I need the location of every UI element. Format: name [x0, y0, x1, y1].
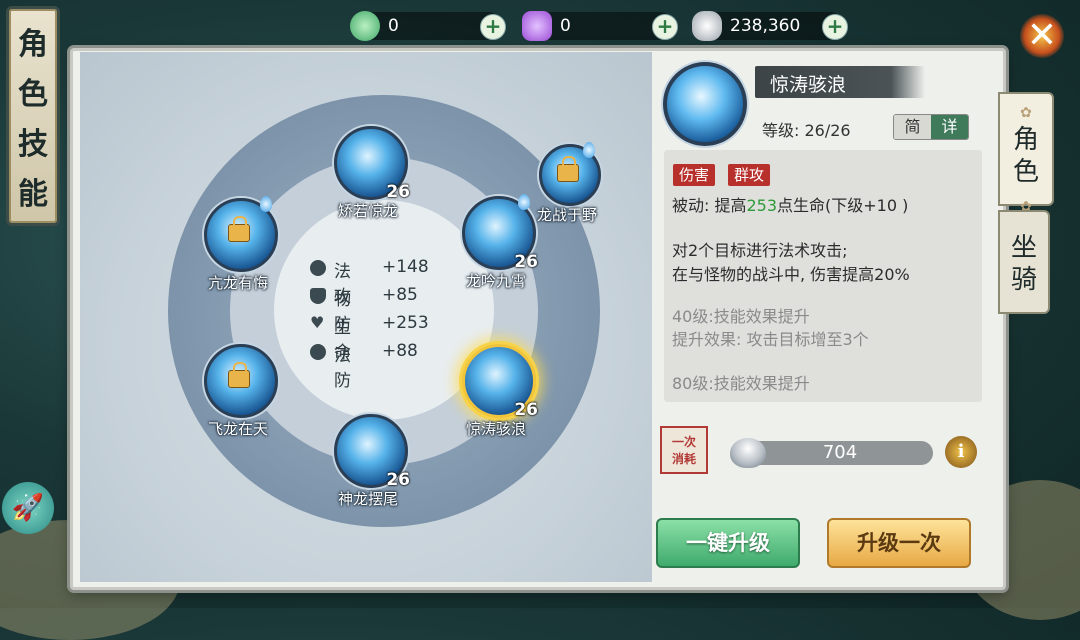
- flame-icon: [583, 142, 595, 158]
- stat-label: 法防: [334, 346, 351, 391]
- cost-stamp-line: 一次: [671, 435, 696, 449]
- add-jade-button[interactable]: +: [480, 14, 506, 40]
- mode-simple-button[interactable]: 简: [894, 115, 931, 139]
- heart-icon: ♥: [310, 313, 325, 332]
- skill-name: 飞龙在天: [207, 420, 268, 438]
- currency-value: 0: [560, 16, 571, 36]
- selected-skill-icon: [663, 62, 747, 146]
- currency-value: 238,360: [730, 16, 801, 36]
- selected-skill-name: 惊涛骇浪: [770, 74, 847, 96]
- passive-value: 253: [746, 196, 778, 215]
- page-title: 角 色 技 能: [6, 6, 60, 226]
- skill-name: 矫若惊龙: [337, 202, 398, 220]
- skill-name: 神龙摆尾: [337, 490, 398, 508]
- silver-ingot-icon: [730, 438, 766, 468]
- passive-prefix: 被动: 提高: [672, 196, 747, 215]
- swirl-icon: [310, 344, 326, 360]
- skill-node-jiaoruo-jinglong[interactable]: 26 矫若惊龙: [330, 122, 410, 220]
- upgrade-all-button[interactable]: 一键升级: [656, 518, 800, 568]
- skill-effect-line: 在与怪物的战斗中, 伤害提高20%: [672, 265, 910, 284]
- passive-suffix: 点生命(下级+10 ): [777, 196, 909, 215]
- skill-node-shenlong-baiwei[interactable]: 26 神龙摆尾: [330, 410, 410, 508]
- rocket-button[interactable]: 🚀: [2, 482, 54, 534]
- stat-value: +253: [382, 313, 429, 333]
- stat-value: +148: [382, 257, 429, 277]
- passive-description: 被动: 提高253点生命(下级+10 ): [672, 192, 908, 216]
- skill-node-feilong-zaitian[interactable]: 飞龙在天: [200, 340, 278, 438]
- unlock-80: 80级:技能效果提升: [672, 374, 810, 393]
- upgrade-cost: 704: [747, 441, 933, 465]
- skill-node-jingtao-hailang[interactable]: 26 惊涛骇浪: [458, 340, 538, 438]
- rocket-icon: 🚀: [11, 493, 45, 523]
- tab-label-char: 角: [1012, 125, 1039, 155]
- silver-ingot-icon: [692, 11, 722, 41]
- stat-value: +85: [382, 285, 418, 305]
- close-button[interactable]: ✕: [1020, 14, 1064, 58]
- skill-name: 亢龙有悔: [207, 274, 268, 292]
- mode-detail-button[interactable]: 详: [931, 115, 968, 139]
- close-icon: ✕: [1026, 15, 1058, 56]
- currency-value: 0: [388, 16, 399, 36]
- skill-node-longzhan-yuye[interactable]: 龙战于野: [535, 140, 601, 224]
- skill-node-longyin-jiuxiao[interactable]: 26 龙吟九霄: [458, 192, 538, 290]
- lock-icon: [228, 216, 250, 242]
- flame-icon: [260, 196, 272, 212]
- flower-icon: ✿: [1020, 105, 1032, 121]
- skill-level: 26: [514, 252, 538, 272]
- info-icon: i: [957, 441, 965, 462]
- title-char: 能: [18, 177, 48, 212]
- magic-attack-icon: [310, 260, 326, 276]
- unlock-40-effect: 提升效果: 攻击目标增至3个: [672, 330, 869, 349]
- cost-stamp-line: 消耗: [671, 452, 696, 466]
- skill-level: 26: [514, 400, 538, 420]
- currency-silver: 238,360 +: [692, 11, 848, 41]
- lock-icon: [557, 156, 579, 182]
- currency-gem: 0 +: [522, 11, 678, 41]
- cost-stamp: 一次 消耗: [660, 426, 708, 474]
- stat-value: +88: [382, 341, 418, 361]
- purple-gem-icon: [522, 11, 552, 41]
- shield-icon: [310, 288, 326, 304]
- add-gem-button[interactable]: +: [652, 14, 678, 40]
- info-button[interactable]: i: [945, 436, 977, 468]
- tab-character[interactable]: ✿ 角 色 ✿: [998, 92, 1054, 214]
- flame-icon: [518, 194, 530, 210]
- tab-mount[interactable]: 坐 骑: [998, 210, 1050, 314]
- skill-level-text: 等级: 26/26: [762, 121, 851, 140]
- upgrade-once-button[interactable]: 升级一次: [827, 518, 971, 568]
- title-char: 角: [18, 27, 48, 62]
- tab-label-char: 色: [1012, 157, 1039, 187]
- tag-aoe: 群攻: [728, 164, 771, 186]
- tag-damage: 伤害: [673, 164, 716, 186]
- skill-level: 26: [386, 182, 410, 202]
- add-silver-button[interactable]: +: [822, 14, 848, 40]
- skill-node-kanglong-youhui[interactable]: 亢龙有悔: [200, 194, 278, 292]
- skill-effect-line: 对2个目标进行法术攻击;: [672, 241, 848, 260]
- jade-coin-icon: [350, 11, 380, 41]
- lock-icon: [228, 362, 250, 388]
- skill-name: 惊涛骇浪: [465, 420, 526, 438]
- tab-label-char: 坐: [1010, 233, 1037, 263]
- skill-name: 龙吟九霄: [465, 272, 526, 290]
- skill-level: 26: [386, 470, 410, 490]
- unlock-40: 40级:技能效果提升: [672, 307, 810, 326]
- title-char: 色: [18, 77, 48, 112]
- description-mode-toggle: 简 详: [893, 114, 969, 140]
- currency-jade: 0 +: [350, 11, 506, 41]
- title-char: 技: [18, 127, 48, 162]
- tab-label-char: 骑: [1010, 265, 1037, 295]
